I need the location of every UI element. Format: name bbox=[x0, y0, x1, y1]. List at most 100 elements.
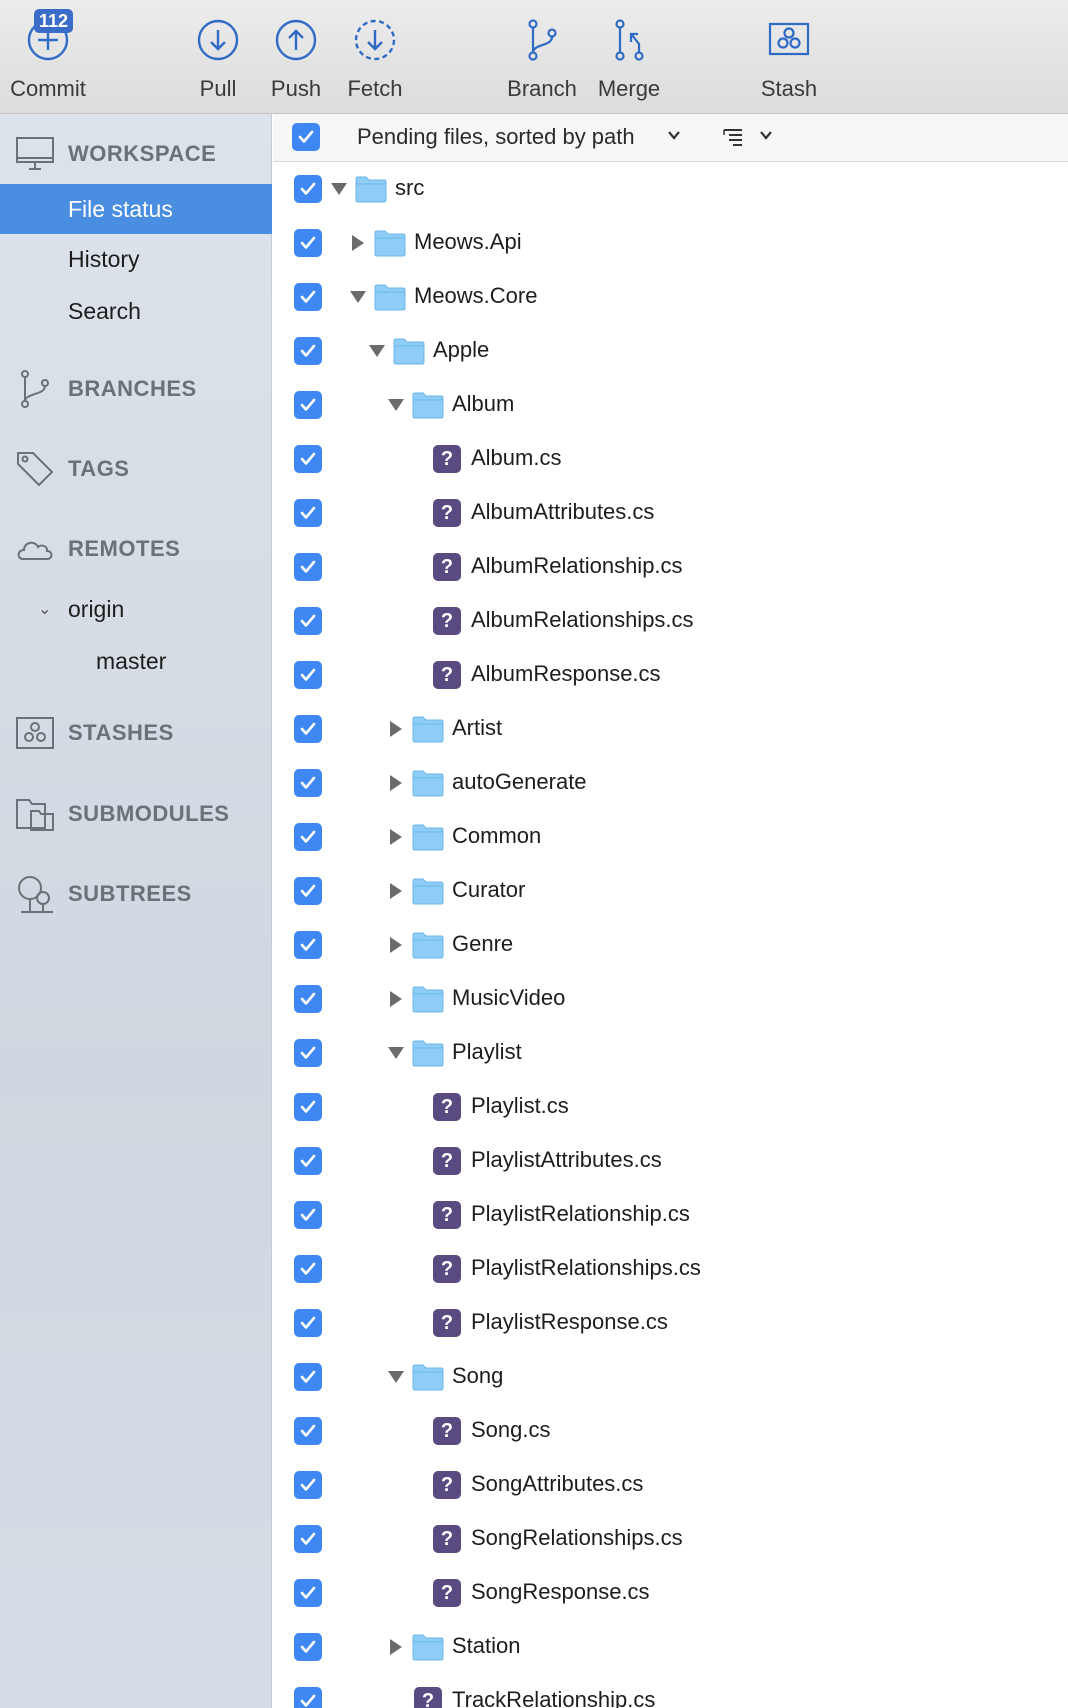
sidebar-item-origin[interactable]: ⌄ origin bbox=[0, 584, 272, 634]
stage-checkbox[interactable] bbox=[294, 1093, 322, 1121]
tree-folder-row[interactable]: Apple bbox=[273, 324, 1068, 378]
stage-checkbox[interactable] bbox=[294, 769, 322, 797]
chevron-down-icon[interactable]: ⌄ bbox=[38, 599, 51, 619]
disclosure-collapsed-icon[interactable] bbox=[386, 881, 406, 901]
tree-file-row[interactable]: ? PlaylistResponse.cs bbox=[273, 1296, 1068, 1350]
tree-file-row[interactable]: ? SongResponse.cs bbox=[273, 1566, 1068, 1620]
branch-button[interactable]: Branch bbox=[492, 0, 592, 112]
chevron-down-icon[interactable] bbox=[665, 126, 683, 149]
stage-checkbox[interactable] bbox=[294, 985, 322, 1013]
stage-checkbox[interactable] bbox=[294, 391, 322, 419]
fetch-button[interactable]: Fetch bbox=[325, 0, 425, 112]
stage-checkbox[interactable] bbox=[294, 607, 322, 635]
tree-folder-row[interactable]: Artist bbox=[273, 702, 1068, 756]
sidebar-section-label: SUBMODULES bbox=[68, 801, 230, 826]
stage-checkbox[interactable] bbox=[294, 337, 322, 365]
tree-folder-row[interactable]: Common bbox=[273, 810, 1068, 864]
sidebar-section-submodules[interactable]: SUBMODULES bbox=[0, 789, 272, 839]
stage-checkbox[interactable] bbox=[294, 1687, 322, 1708]
tree-file-row[interactable]: ? TrackRelationship.cs bbox=[273, 1674, 1068, 1708]
folder-name: src bbox=[395, 175, 425, 200]
stage-checkbox[interactable] bbox=[294, 877, 322, 905]
tree-folder-row[interactable]: src bbox=[273, 162, 1068, 216]
stage-checkbox[interactable] bbox=[294, 715, 322, 743]
stage-checkbox[interactable] bbox=[294, 283, 322, 311]
tree-folder-row[interactable]: autoGenerate bbox=[273, 756, 1068, 810]
disclosure-expanded-icon[interactable] bbox=[386, 1043, 406, 1063]
tree-file-row[interactable]: ? SongAttributes.cs bbox=[273, 1458, 1068, 1512]
disclosure-expanded-icon[interactable] bbox=[329, 179, 349, 199]
tree-file-row[interactable]: ? AlbumAttributes.cs bbox=[273, 486, 1068, 540]
stage-checkbox[interactable] bbox=[294, 1147, 322, 1175]
select-all-checkbox[interactable] bbox=[292, 123, 320, 151]
stage-checkbox[interactable] bbox=[294, 1201, 322, 1229]
stage-checkbox[interactable] bbox=[294, 175, 322, 203]
tree-file-row[interactable]: ? PlaylistRelationships.cs bbox=[273, 1242, 1068, 1296]
file-name: AlbumResponse.cs bbox=[471, 661, 661, 686]
tree-file-row[interactable]: ? Song.cs bbox=[273, 1404, 1068, 1458]
tree-folder-row[interactable]: Genre bbox=[273, 918, 1068, 972]
tree-file-row[interactable]: ? AlbumRelationship.cs bbox=[273, 540, 1068, 594]
tree-folder-row[interactable]: Playlist bbox=[273, 1026, 1068, 1080]
disclosure-expanded-icon[interactable] bbox=[386, 1367, 406, 1387]
stage-checkbox[interactable] bbox=[294, 1363, 322, 1391]
tree-file-row[interactable]: ? AlbumResponse.cs bbox=[273, 648, 1068, 702]
commit-button[interactable]: 112 Commit bbox=[0, 0, 98, 112]
tree-folder-row[interactable]: Curator bbox=[273, 864, 1068, 918]
sidebar-section-remotes[interactable]: REMOTES bbox=[0, 524, 272, 574]
stage-checkbox[interactable] bbox=[294, 1633, 322, 1661]
folder-name: Apple bbox=[433, 337, 490, 362]
tree-file-row[interactable]: ? PlaylistRelationship.cs bbox=[273, 1188, 1068, 1242]
stage-checkbox[interactable] bbox=[294, 1471, 322, 1499]
sidebar-item-file-status[interactable]: File status bbox=[0, 184, 272, 234]
tree-file-row[interactable]: ? Playlist.cs bbox=[273, 1080, 1068, 1134]
sidebar-section-branches[interactable]: BRANCHES bbox=[0, 364, 272, 414]
stage-checkbox[interactable] bbox=[294, 823, 322, 851]
disclosure-collapsed-icon[interactable] bbox=[348, 233, 368, 253]
disclosure-collapsed-icon[interactable] bbox=[386, 719, 406, 739]
tree-folder-row[interactable]: Album bbox=[273, 378, 1068, 432]
tree-folder-row[interactable]: Meows.Core bbox=[273, 270, 1068, 324]
stage-checkbox[interactable] bbox=[294, 931, 322, 959]
stage-checkbox[interactable] bbox=[294, 661, 322, 689]
tree-folder-row[interactable]: Meows.Api bbox=[273, 216, 1068, 270]
stash-button[interactable]: Stash bbox=[739, 0, 839, 112]
tree-file-row[interactable]: ? SongRelationships.cs bbox=[273, 1512, 1068, 1566]
tree-folder-row[interactable]: Song bbox=[273, 1350, 1068, 1404]
merge-button[interactable]: Merge bbox=[579, 0, 679, 112]
sort-mode-dropdown[interactable]: Pending files, sorted by path bbox=[357, 124, 635, 150]
stage-checkbox[interactable] bbox=[294, 1309, 322, 1337]
tree-folder-row[interactable]: MusicVideo bbox=[273, 972, 1068, 1026]
sidebar-section-subtrees[interactable]: SUBTREES bbox=[0, 869, 272, 919]
sidebar-item-history[interactable]: History bbox=[0, 234, 272, 284]
disclosure-collapsed-icon[interactable] bbox=[386, 827, 406, 847]
stage-checkbox[interactable] bbox=[294, 1417, 322, 1445]
tree-view-icon[interactable] bbox=[721, 124, 747, 152]
disclosure-collapsed-icon[interactable] bbox=[386, 773, 406, 793]
stage-checkbox[interactable] bbox=[294, 1255, 322, 1283]
sidebar-item-master[interactable]: master bbox=[0, 636, 272, 686]
stage-checkbox[interactable] bbox=[294, 499, 322, 527]
sidebar-section-workspace[interactable]: WORKSPACE bbox=[0, 129, 272, 179]
tree-file-row[interactable]: ? Album.cs bbox=[273, 432, 1068, 486]
stage-checkbox[interactable] bbox=[294, 445, 322, 473]
stage-checkbox[interactable] bbox=[294, 553, 322, 581]
stage-checkbox[interactable] bbox=[294, 229, 322, 257]
disclosure-collapsed-icon[interactable] bbox=[386, 1637, 406, 1657]
disclosure-expanded-icon[interactable] bbox=[348, 287, 368, 307]
disclosure-collapsed-icon[interactable] bbox=[386, 989, 406, 1009]
disclosure-expanded-icon[interactable] bbox=[367, 341, 387, 361]
sidebar-section-stashes[interactable]: STASHES bbox=[0, 708, 272, 758]
stage-checkbox[interactable] bbox=[294, 1579, 322, 1607]
sidebar-item-search[interactable]: Search bbox=[0, 286, 272, 336]
stage-checkbox[interactable] bbox=[294, 1039, 322, 1067]
tree-folder-row[interactable]: Station bbox=[273, 1620, 1068, 1674]
tree-file-row[interactable]: ? PlaylistAttributes.cs bbox=[273, 1134, 1068, 1188]
sidebar-item-label: origin bbox=[68, 595, 125, 622]
disclosure-collapsed-icon[interactable] bbox=[386, 935, 406, 955]
disclosure-expanded-icon[interactable] bbox=[386, 395, 406, 415]
sidebar-section-tags[interactable]: TAGS bbox=[0, 444, 272, 494]
stage-checkbox[interactable] bbox=[294, 1525, 322, 1553]
tree-file-row[interactable]: ? AlbumRelationships.cs bbox=[273, 594, 1068, 648]
chevron-down-icon[interactable] bbox=[757, 126, 775, 149]
